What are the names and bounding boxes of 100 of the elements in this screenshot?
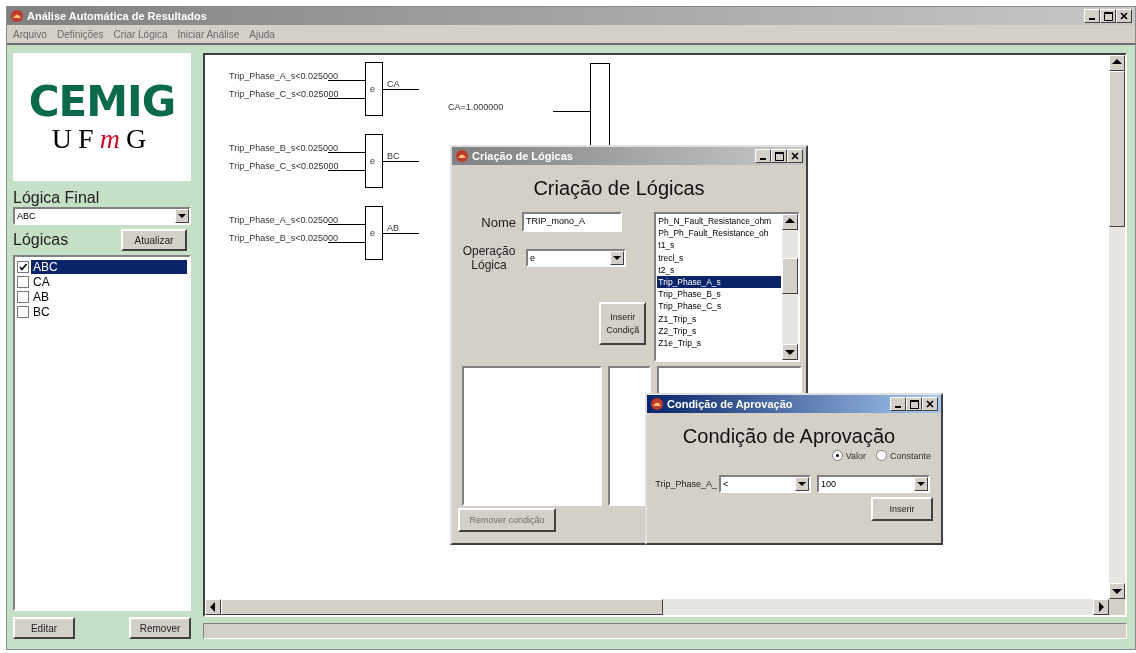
minimize-button[interactable] — [1084, 9, 1100, 23]
scroll-down-button[interactable] — [1109, 583, 1125, 599]
insert-condition-button[interactable]: Inserir Condiçã — [599, 302, 647, 345]
condition-label: Trip_Phase_A_s<0.025000 — [229, 215, 338, 225]
logo: CEMIG UF m G — [13, 53, 191, 181]
wire — [381, 161, 420, 162]
condition-label: CA=1.000000 — [448, 102, 504, 112]
scroll-down-button[interactable] — [782, 344, 798, 360]
list-item[interactable]: CA — [17, 274, 187, 289]
minimize-icon — [760, 158, 766, 160]
minimize-button[interactable] — [890, 397, 906, 411]
scroll-right-button[interactable] — [1093, 599, 1109, 615]
close-button[interactable] — [787, 149, 803, 163]
up-arrow-icon — [1112, 59, 1122, 64]
maximize-icon — [774, 151, 784, 161]
window-title: Criação de Lógicas — [472, 150, 574, 162]
condition-label: Trip_Phase_A_s<0.025000 — [229, 71, 338, 81]
radio-button[interactable] — [875, 450, 887, 461]
logics-label: Lógicas — [13, 231, 69, 249]
scroll-thumb[interactable] — [221, 599, 663, 615]
radio-button[interactable] — [831, 450, 843, 461]
final-logic-label: Lógica Final — [13, 189, 101, 207]
gate-operator: e — [370, 156, 375, 166]
menu-item[interactable]: Definições — [56, 28, 104, 40]
list-item[interactable]: Ph_Ph_Fault_Resistance_oh — [657, 227, 781, 240]
action-button[interactable]: Editar — [13, 617, 75, 639]
wire — [552, 111, 591, 112]
variable-label: Trip_Phase_A_ — [655, 479, 717, 489]
name-input[interactable]: TRIP_mono_A — [522, 212, 622, 232]
dialog-heading: Condição de Aprovação — [681, 425, 897, 448]
dropdown[interactable]: ABC — [13, 207, 191, 225]
scroll-up-button[interactable] — [782, 214, 798, 230]
list-item[interactable]: t2_s — [657, 263, 781, 276]
right-arrow-icon — [1099, 602, 1104, 612]
gate-operator: e — [370, 228, 375, 238]
up-arrow-icon — [785, 218, 795, 223]
menu-item[interactable]: Arquivo — [13, 28, 47, 40]
maximize-button[interactable] — [906, 397, 922, 411]
scroll-left-button[interactable] — [205, 599, 221, 615]
scroll-thumb[interactable] — [782, 257, 798, 294]
gate-output-label: CA — [387, 79, 400, 89]
logic-gate — [365, 206, 383, 260]
radio-label: Constante — [889, 450, 931, 461]
vertical-scrollbar[interactable] — [782, 214, 798, 360]
list-item[interactable]: Trip_Phase_A_s — [657, 276, 781, 289]
close-icon — [1120, 12, 1128, 20]
menu-item[interactable]: Iniciar Análise — [177, 28, 240, 40]
left-arrow-icon — [210, 602, 215, 612]
dropdown[interactable]: e — [526, 249, 626, 267]
action-button[interactable]: Remover — [129, 617, 191, 639]
dropdown[interactable]: 100 — [817, 475, 930, 493]
list-item[interactable]: AB — [17, 289, 187, 304]
checkbox[interactable] — [17, 275, 29, 288]
scroll-thumb[interactable] — [1109, 71, 1125, 227]
menu-item[interactable]: Ajuda — [249, 28, 275, 40]
operation-label: Operação Lógica — [461, 244, 517, 272]
minimize-button[interactable] — [755, 149, 771, 163]
list-item[interactable]: Trip_Phase_C_s — [657, 300, 781, 313]
refresh-button[interactable]: Atualizar — [121, 229, 187, 251]
checkbox[interactable] — [17, 260, 29, 273]
logic-gate — [365, 134, 383, 188]
wire — [327, 152, 366, 153]
maximize-icon — [909, 399, 919, 409]
window-title: Análise Automática de Resultados — [27, 10, 208, 22]
down-arrow-icon — [785, 350, 795, 355]
close-button[interactable] — [922, 397, 938, 411]
insert-button[interactable]: Inserir — [871, 497, 933, 521]
list-item[interactable]: BC — [17, 304, 187, 319]
wire — [327, 80, 366, 81]
vertical-scrollbar[interactable] — [1109, 55, 1125, 599]
maximize-icon — [1103, 11, 1113, 21]
dropdown[interactable]: < — [719, 475, 811, 493]
scroll-up-button[interactable] — [1109, 55, 1125, 71]
maximize-button[interactable] — [771, 149, 787, 163]
menu-item[interactable]: Criar Lógica — [113, 28, 168, 40]
down-arrow-icon — [1112, 589, 1122, 594]
close-icon — [926, 400, 934, 408]
gate-operator: e — [370, 84, 375, 94]
condition-label: Trip_Phase_B_s<0.025000 — [229, 233, 338, 243]
wire — [327, 98, 366, 99]
close-button[interactable] — [1116, 9, 1132, 23]
list-item[interactable]: Trip_Phase_B_s — [657, 288, 781, 301]
list-item[interactable]: Z1e_Trip_s — [657, 337, 781, 350]
gate-output-label: AB — [387, 223, 399, 233]
checkbox[interactable] — [17, 305, 29, 318]
minimize-icon — [895, 406, 901, 408]
list-item[interactable]: trecl_s — [657, 251, 781, 264]
condition-label: Trip_Phase_C_s<0.025000 — [229, 89, 339, 99]
list-item[interactable]: Ph_N_Fault_Resistance_ohm — [657, 215, 781, 228]
list-item[interactable]: t1_s — [657, 239, 781, 252]
list-item[interactable]: Z2_Trip_s — [657, 324, 781, 338]
wire — [327, 170, 366, 171]
maximize-button[interactable] — [1100, 9, 1116, 23]
app-icon — [455, 149, 469, 163]
name-label: Nome — [480, 214, 516, 230]
checkbox[interactable] — [17, 290, 29, 303]
logic-gate — [365, 62, 383, 116]
window-title: Condição de Aprovação — [667, 398, 794, 410]
horizontal-scrollbar[interactable] — [205, 599, 1109, 615]
list-item[interactable]: Z1_Trip_s — [657, 312, 781, 325]
